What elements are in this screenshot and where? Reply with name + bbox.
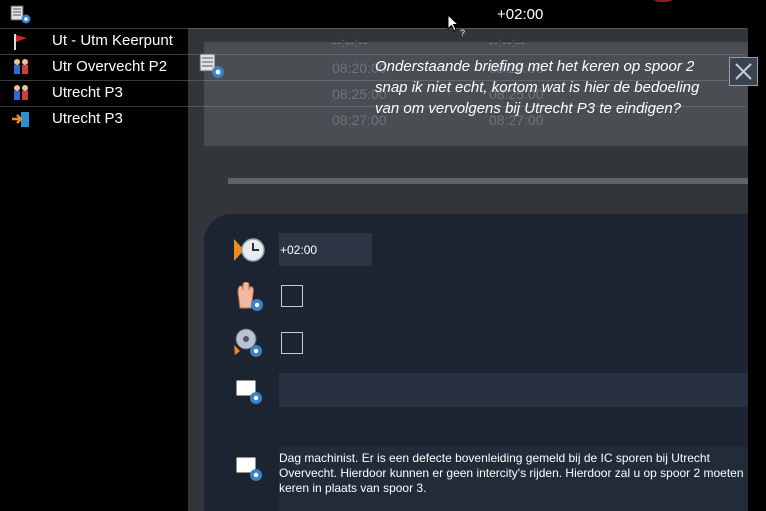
list-settings-icon	[199, 53, 225, 84]
delay-field[interactable]: +02:00	[279, 233, 372, 266]
passengers-icon	[11, 84, 31, 109]
arrival-door-icon	[11, 110, 31, 135]
delay-value: +02:00	[280, 243, 318, 257]
stop-name: Utrecht P3	[52, 110, 123, 127]
delay-clock-icon	[232, 235, 266, 270]
disc-settings-icon	[232, 327, 266, 364]
passengers-icon	[11, 58, 31, 83]
message-settings-icon	[232, 376, 266, 411]
list-settings-icon[interactable]	[10, 5, 32, 30]
dialog-divider	[228, 178, 748, 184]
time-offset: +02:00	[497, 6, 544, 23]
help-cursor-icon: ?	[447, 13, 469, 43]
top-bar: +02:00	[0, 0, 746, 29]
question-text: Onderstaande briefing met het keren op s…	[375, 58, 700, 117]
stop-name: Utr Overvecht P2	[52, 58, 168, 75]
svg-text:?: ?	[460, 28, 465, 38]
close-icon	[735, 63, 752, 80]
stop-name: Utrecht P3	[52, 84, 123, 101]
red-flag-icon	[11, 32, 31, 57]
message-input-field[interactable]	[279, 373, 748, 407]
stop-name: Ut - Utm Keerpunt	[52, 32, 173, 49]
hand-stop-icon	[232, 281, 266, 319]
briefing-message-text: Dag machinist. Er is een defecte bovenle…	[279, 451, 744, 495]
disc-checkbox[interactable]	[281, 332, 303, 354]
briefing-settings-icon	[232, 453, 266, 488]
hand-stop-checkbox[interactable]	[281, 285, 303, 307]
close-button[interactable]	[729, 57, 758, 86]
